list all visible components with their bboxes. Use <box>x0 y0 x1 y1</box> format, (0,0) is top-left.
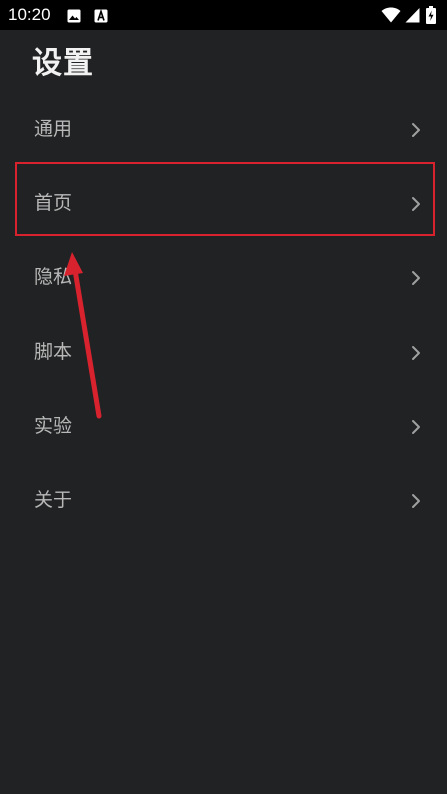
annotation-arrow-icon <box>64 252 102 419</box>
